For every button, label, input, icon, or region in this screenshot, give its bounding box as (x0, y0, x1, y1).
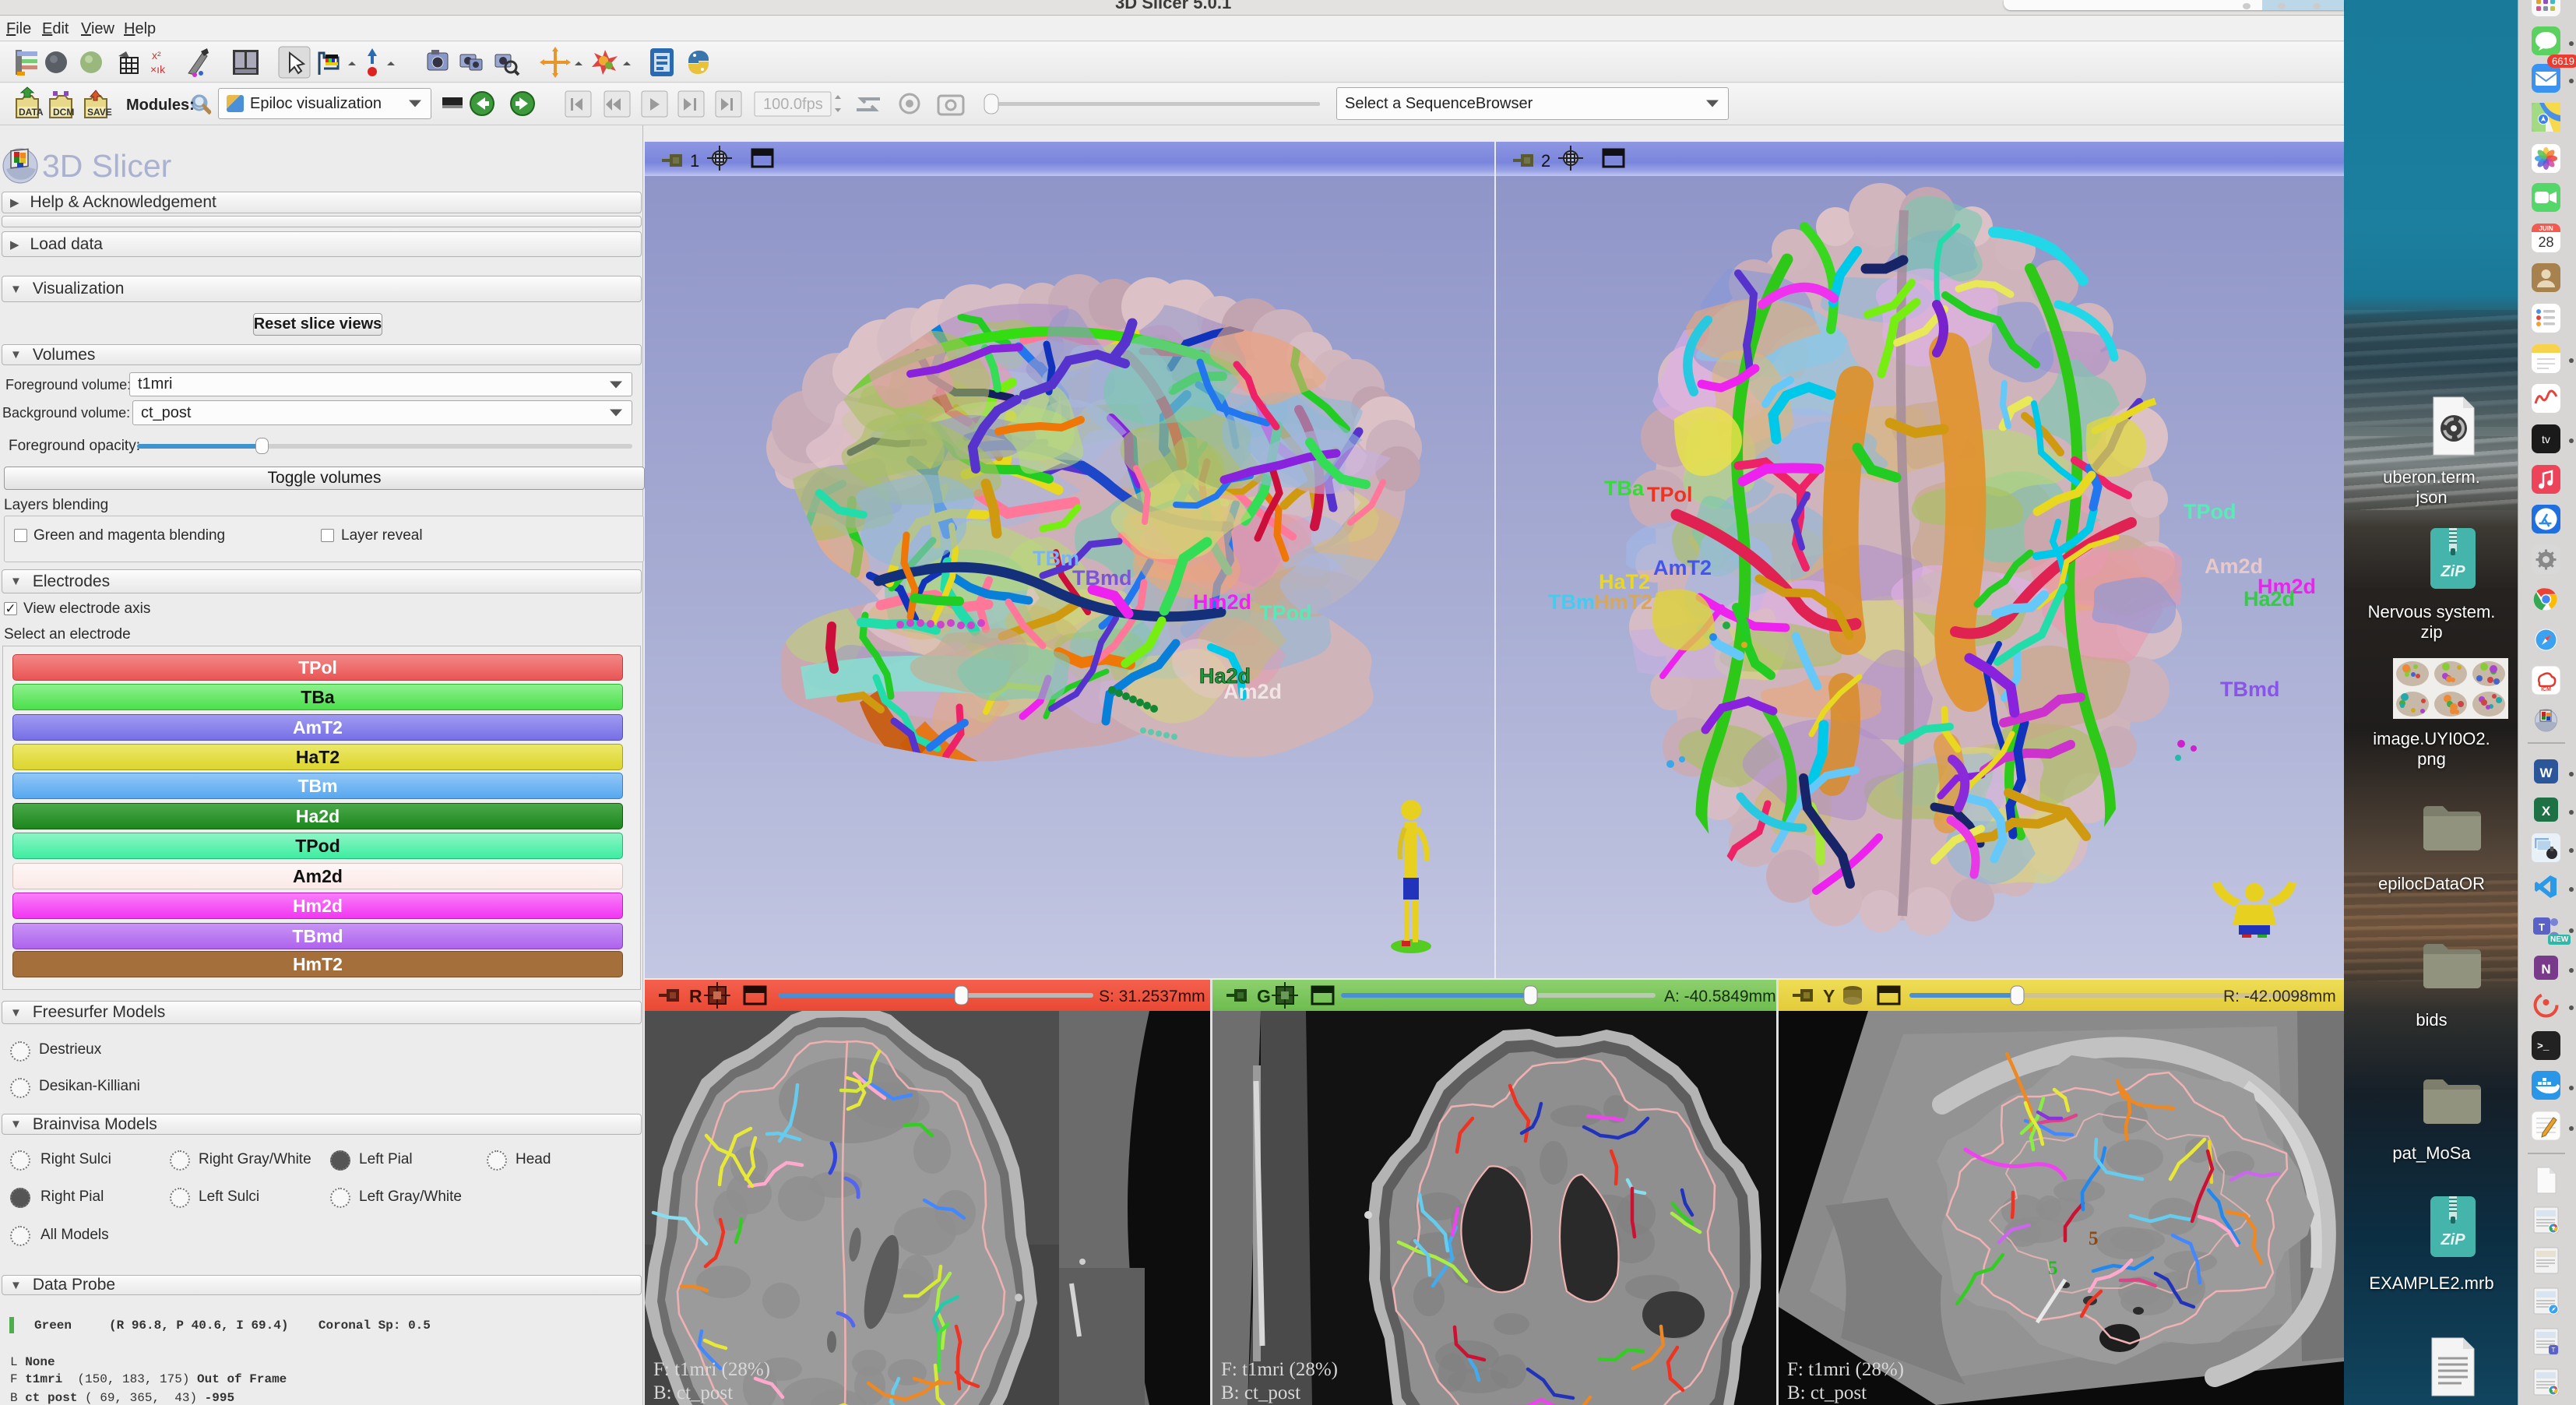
svg-text:R: R (689, 986, 702, 1006)
svg-text:JUIN: JUIN (2539, 225, 2553, 232)
svg-text:B: ct_post: B: ct_post (1221, 1382, 1300, 1403)
svg-text:ZiP: ZiP (2440, 563, 2465, 580)
svg-text:F: t1mri (28%): F: t1mri (28%) (1221, 1359, 1338, 1380)
svg-text:×ık: ×ık (150, 63, 166, 76)
svg-text:F: t1mri (28%): F: t1mri (28%) (653, 1359, 770, 1380)
svg-text:T: T (2539, 921, 2545, 933)
svg-text:x²: x² (152, 49, 161, 62)
svg-text:A: -40.5849mm: A: -40.5849mm (1664, 988, 1776, 1005)
svg-text:ZiP: ZiP (2440, 1231, 2465, 1248)
svg-text:TBa: TBa (1604, 477, 1645, 500)
svg-text:tv: tv (2542, 433, 2550, 445)
svg-text:G: G (1257, 986, 1271, 1006)
svg-text:TPod: TPod (2184, 500, 2236, 523)
svg-text:W: W (2539, 766, 2553, 780)
svg-text:Am2d: Am2d (2205, 555, 2263, 578)
svg-text:Y: Y (1823, 986, 1835, 1006)
svg-text:DCM: DCM (53, 107, 74, 118)
svg-text:5: 5 (2089, 1228, 2099, 1249)
svg-text:N: N (2541, 962, 2550, 977)
svg-text:AmT2: AmT2 (1653, 556, 1712, 579)
svg-text:TPol: TPol (1647, 483, 1693, 506)
svg-text:TBm: TBm (1548, 590, 1595, 614)
svg-text:T: T (2552, 1347, 2556, 1354)
svg-text:SAVE: SAVE (87, 107, 112, 118)
svg-text:B: ct_post: B: ct_post (1787, 1382, 1867, 1403)
svg-text:Am2d: Am2d (1223, 680, 1282, 703)
svg-text:F: t1mri (28%): F: t1mri (28%) (1787, 1359, 1904, 1380)
svg-text:Hm2d: Hm2d (1193, 590, 1251, 614)
svg-text:TBmd: TBmd (1072, 566, 1132, 590)
svg-text:28: 28 (2538, 234, 2553, 250)
svg-text:1: 1 (690, 151, 699, 171)
svg-text:5: 5 (2048, 1258, 2058, 1279)
svg-text:2: 2 (1541, 151, 1550, 171)
svg-text:Ha2d: Ha2d (2243, 587, 2295, 611)
svg-text:TBmd: TBmd (2220, 678, 2280, 701)
svg-text:HmT2: HmT2 (1594, 590, 1652, 614)
svg-text:TPod: TPod (1259, 601, 1312, 625)
svg-text:X: X (2542, 804, 2551, 819)
svg-text:R: -42.0098mm: R: -42.0098mm (2223, 988, 2336, 1005)
svg-text:100.0fps: 100.0fps (763, 96, 823, 113)
svg-text:B: ct_post: B: ct_post (653, 1382, 733, 1403)
svg-text:ICM: ICM (2541, 687, 2551, 692)
svg-text:>_: >_ (2537, 1041, 2550, 1052)
svg-text:S: 31.2537mm: S: 31.2537mm (1099, 988, 1205, 1005)
svg-text:DATA: DATA (19, 107, 44, 118)
